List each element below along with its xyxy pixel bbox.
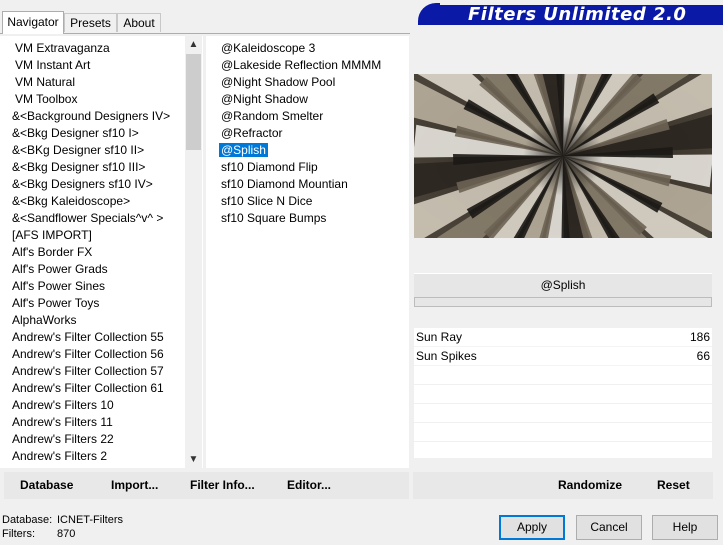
category-item[interactable]: AlphaWorks <box>0 312 184 329</box>
category-item[interactable]: Andrew's Filter Collection 61 <box>0 380 184 397</box>
category-item[interactable]: Andrew's Filters 22 <box>0 431 184 448</box>
tab-navigator[interactable]: Navigator <box>2 11 64 34</box>
category-item[interactable]: &<BKg Designer sf10 II> <box>0 142 184 159</box>
category-item[interactable]: &<Bkg Designer sf10 I> <box>0 125 184 142</box>
filter-item-label: @Night Shadow Pool <box>221 75 336 89</box>
triangle-up-icon[interactable]: ▲ <box>185 36 202 53</box>
filter-item-selected[interactable]: @Splish <box>206 142 409 159</box>
help-button[interactable]: Help <box>652 515 718 540</box>
filter-item-label: sf10 Slice N Dice <box>221 194 313 208</box>
parameter-panel: Sun Ray 186 Sun Spikes 66 <box>414 328 712 461</box>
tab-about[interactable]: About <box>117 13 161 32</box>
filter-item-label: @Kaleidoscope 3 <box>221 41 316 55</box>
category-item[interactable]: [AFS IMPORT] <box>0 227 184 244</box>
filter-item-label: sf10 Diamond Mountian <box>221 177 348 191</box>
param-row-empty <box>414 423 712 442</box>
param-row-sun-spikes[interactable]: Sun Spikes 66 <box>414 347 712 366</box>
category-item[interactable]: &<Bkg Designers sf10 IV> <box>0 176 184 193</box>
category-item[interactable]: Andrew's Filter Collection 56 <box>0 346 184 363</box>
filter-item[interactable]: @Random Smelter <box>206 108 409 125</box>
category-item[interactable]: &<Background Designers IV> <box>0 108 184 125</box>
param-label: Sun Ray <box>416 330 463 344</box>
category-item[interactable]: Andrew's Filters 10 <box>0 397 184 414</box>
filter-list-panel: @Kaleidoscope 3 @Lakeside Reflection MMMM… <box>206 36 409 468</box>
category-list-panel: VM Extravaganza VM Instant Art VM Natural V… <box>0 36 203 468</box>
randomize-button[interactable]: Randomize <box>558 478 622 492</box>
progress-bar <box>414 297 712 307</box>
param-row-sun-ray[interactable]: Sun Ray 186 <box>414 328 712 347</box>
filter-info-button[interactable]: Filter Info... <box>190 478 255 492</box>
filter-item-label: @Random Smelter <box>221 109 324 123</box>
param-row-empty <box>414 404 712 423</box>
tab-presets[interactable]: Presets <box>64 13 117 32</box>
selected-filter-name: @Splish <box>414 273 712 297</box>
category-item[interactable]: &<Bkg Kaleidoscope> <box>0 193 184 210</box>
param-label: Sun Spikes <box>416 349 477 363</box>
category-item[interactable]: Alf's Power Grads <box>0 261 184 278</box>
filter-item-label: @Lakeside Reflection MMMM <box>221 58 382 72</box>
filter-item[interactable]: @Night Shadow Pool <box>206 74 409 91</box>
filter-item[interactable]: sf10 Square Bumps <box>206 210 409 227</box>
reset-button[interactable]: Reset <box>657 478 690 492</box>
param-row-empty <box>414 385 712 404</box>
filter-item[interactable]: sf10 Slice N Dice <box>206 193 409 210</box>
category-scrollbar[interactable]: ▲ ▼ <box>185 36 202 468</box>
filter-item-label: sf10 Square Bumps <box>221 211 327 225</box>
param-row-empty <box>414 442 712 461</box>
param-row-empty <box>414 366 712 385</box>
filter-item[interactable]: @Night Shadow <box>206 91 409 108</box>
param-value: 186 <box>689 330 710 344</box>
category-item[interactable]: Andrew's Filters 2 <box>0 448 184 465</box>
category-item[interactable]: Alf's Border FX <box>0 244 184 261</box>
category-item[interactable]: VM Toolbox <box>0 91 184 108</box>
filter-item[interactable]: sf10 Diamond Flip <box>206 159 409 176</box>
category-item[interactable]: VM Extravaganza <box>0 40 184 57</box>
filters-count: 870 <box>57 528 76 540</box>
category-item[interactable]: Andrew's Filter Collection 57 <box>0 363 184 380</box>
category-item[interactable]: Andrew's Filter Collection 55 <box>0 329 184 346</box>
database-value: ICNET-Filters <box>57 514 123 526</box>
filters-label: Filters: <box>2 528 35 540</box>
filter-item-label: @Refractor <box>221 126 283 140</box>
cancel-button[interactable]: Cancel <box>576 515 642 540</box>
apply-button[interactable]: Apply <box>499 515 565 540</box>
category-item[interactable]: Andrew's Filters 11 <box>0 414 184 431</box>
filter-list[interactable]: @Kaleidoscope 3 @Lakeside Reflection MMMM… <box>206 40 409 227</box>
param-value: 66 <box>696 349 710 363</box>
status-database: Database: ICNET-Filters <box>2 514 123 526</box>
filter-item[interactable]: @Refractor <box>206 125 409 142</box>
scrollbar-thumb[interactable] <box>186 54 201 150</box>
banner-title: Filters Unlimited 2.0 <box>468 4 687 25</box>
category-item[interactable]: Alf's Power Toys <box>0 295 184 312</box>
filter-item[interactable]: @Lakeside Reflection MMMM <box>206 57 409 74</box>
filter-item-label: @Night Shadow <box>221 92 308 106</box>
filter-item[interactable]: sf10 Diamond Mountian <box>206 176 409 193</box>
import-button[interactable]: Import... <box>111 478 158 492</box>
filter-item[interactable]: @Kaleidoscope 3 <box>206 40 409 57</box>
triangle-down-icon[interactable]: ▼ <box>185 451 202 468</box>
category-item[interactable]: VM Instant Art <box>0 57 184 74</box>
database-button[interactable]: Database <box>20 478 73 492</box>
status-filters: Filters: 870 <box>2 528 75 540</box>
category-list[interactable]: VM Extravaganza VM Instant Art VM Natural V… <box>0 40 184 465</box>
filter-item-label: @Splish <box>218 142 269 158</box>
category-item[interactable]: &<Bkg Designer sf10 III> <box>0 159 184 176</box>
category-item[interactable]: &<Sandflower Specials^v^ > <box>0 210 184 227</box>
database-label: Database: <box>2 514 53 526</box>
filter-preview-image <box>414 74 712 238</box>
filter-item-label: sf10 Diamond Flip <box>221 160 318 174</box>
editor-button[interactable]: Editor... <box>287 478 331 492</box>
category-item[interactable]: VM Natural <box>0 74 184 91</box>
category-item[interactable]: Alf's Power Sines <box>0 278 184 295</box>
